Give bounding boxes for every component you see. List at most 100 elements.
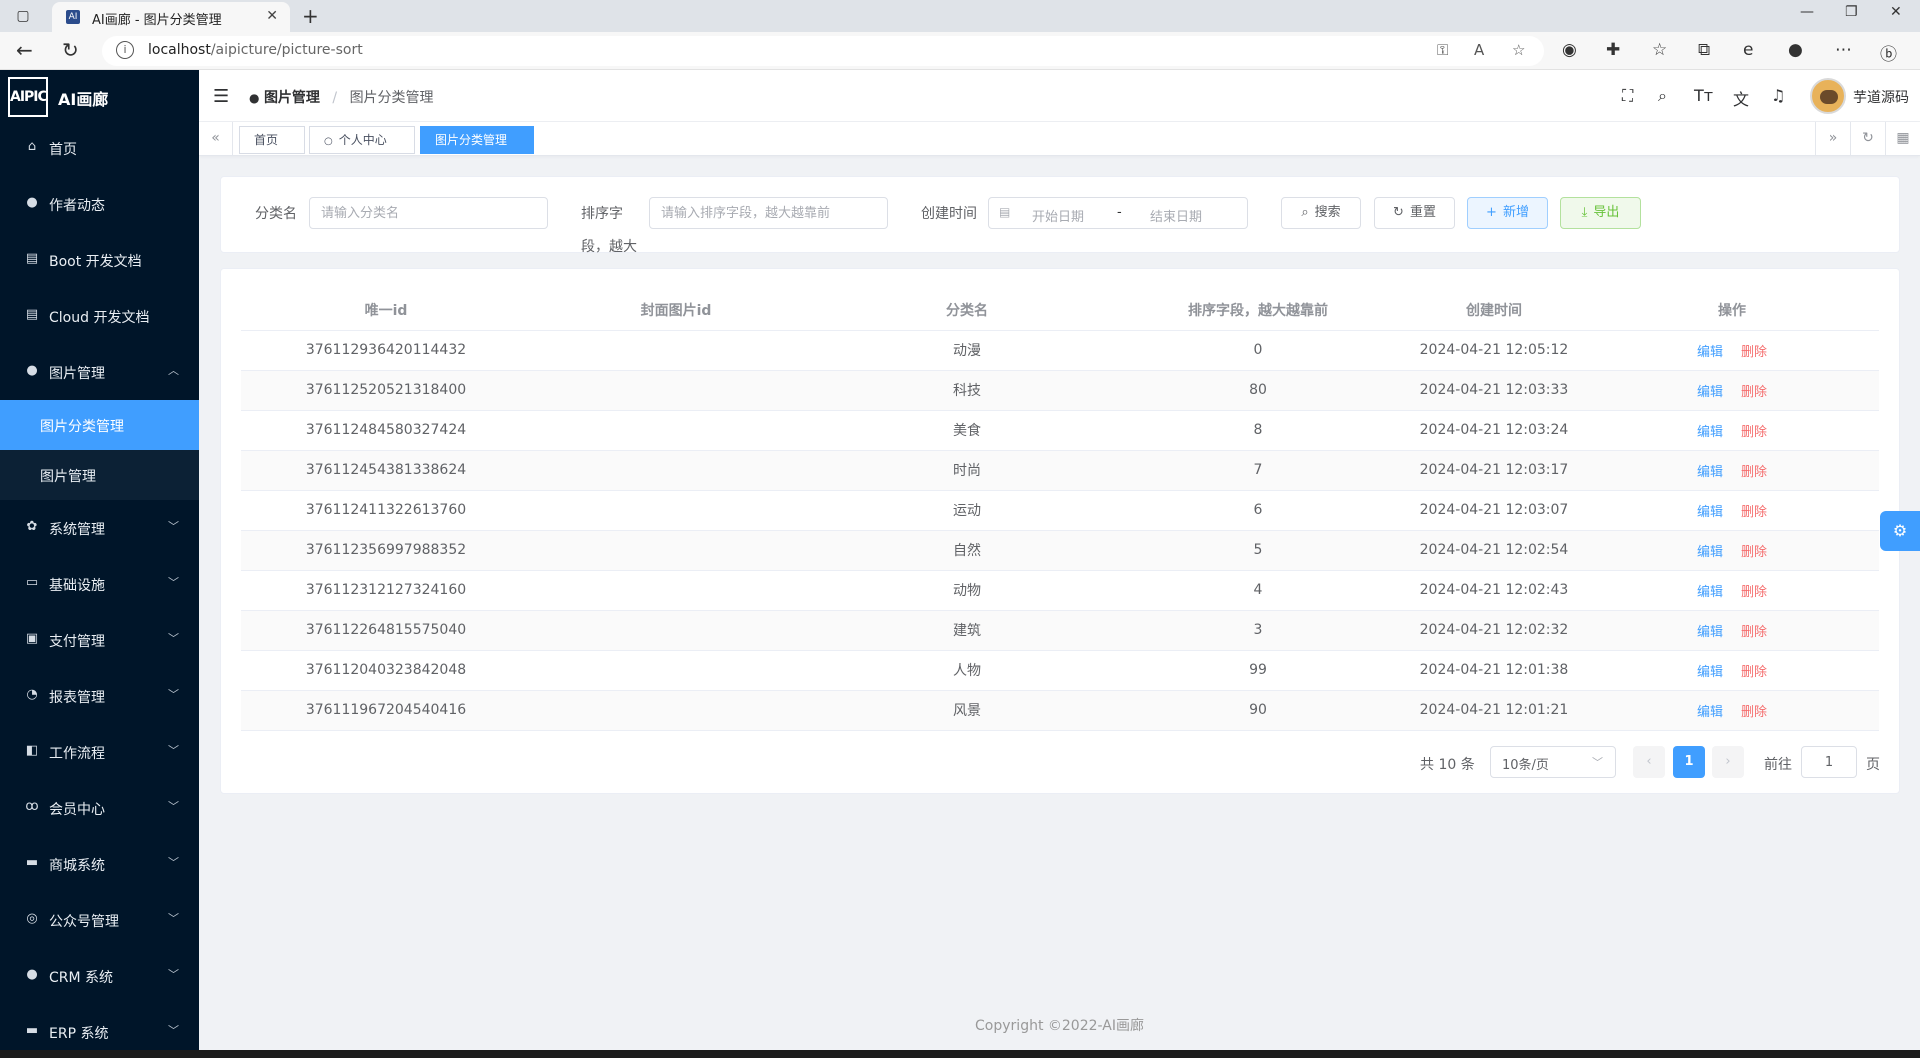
edit-button[interactable]: 编辑 xyxy=(1697,705,1723,720)
favorite-add-icon[interactable]: ☆ xyxy=(1512,41,1525,59)
read-aloud-icon[interactable]: A xyxy=(1474,41,1484,59)
delete-button[interactable]: 删除 xyxy=(1741,545,1767,560)
minimize-icon[interactable]: — xyxy=(1800,4,1814,20)
edit-button[interactable]: 编辑 xyxy=(1697,625,1723,640)
edit-button[interactable]: 编辑 xyxy=(1697,465,1723,480)
delete-button[interactable]: 删除 xyxy=(1741,345,1767,360)
col-time: 创建时间 xyxy=(1403,290,1585,331)
sidebar-item-workflow[interactable]: ◧ 工作流程 ﹀ xyxy=(0,724,199,780)
url-field[interactable]: i localhost/aipicture/picture-sort ⚿ A ☆ xyxy=(102,36,1544,66)
double-chevron-left-icon[interactable]: « xyxy=(199,122,233,156)
close-tab-icon[interactable]: ✕ xyxy=(266,8,278,24)
chevron-down-icon: ﹀ xyxy=(168,688,179,701)
page-number-current[interactable]: 1 xyxy=(1673,746,1705,778)
new-tab-icon[interactable]: + xyxy=(302,4,319,28)
search-icon[interactable]: ⌕ xyxy=(1658,86,1667,106)
sidebar: AIPIC AI画廊 ⌂ 首页 ● 作者动态 ▤ Boot 开发文档 ▤ Clo… xyxy=(0,70,199,1058)
end-date[interactable]: 结束日期 xyxy=(1150,206,1202,225)
delete-button[interactable]: 删除 xyxy=(1741,625,1767,640)
back-icon[interactable]: ← xyxy=(16,38,33,62)
edit-button[interactable]: 编辑 xyxy=(1697,345,1723,360)
username[interactable]: 芋道源码 xyxy=(1853,87,1909,107)
prev-page-button[interactable]: ‹ xyxy=(1633,746,1665,778)
tag-home[interactable]: 首页 xyxy=(239,126,305,154)
name-input[interactable] xyxy=(309,197,548,229)
double-chevron-right-icon[interactable]: » xyxy=(1815,122,1850,156)
delete-button[interactable]: 删除 xyxy=(1741,385,1767,400)
avatar[interactable] xyxy=(1810,78,1846,114)
delete-button[interactable]: 删除 xyxy=(1741,425,1767,440)
page-size-select[interactable]: 10条/页 ﹀ xyxy=(1490,746,1616,778)
edge-icon[interactable]: e xyxy=(1743,40,1753,60)
sidebar-item-payment[interactable]: ▣ 支付管理 ﹀ xyxy=(0,612,199,668)
monitor-icon: ▭ xyxy=(25,575,39,590)
delete-button[interactable]: 删除 xyxy=(1741,705,1767,720)
extensions-icon[interactable]: ✚ xyxy=(1606,40,1620,60)
time-label: 创建时间 xyxy=(921,206,977,222)
sidebar-item-member[interactable]: ꝏ 会员中心 ﹀ xyxy=(0,780,199,836)
sidebar-item-mall[interactable]: ▬ 商城系统 ﹀ xyxy=(0,836,199,892)
key-icon[interactable]: ⚿ xyxy=(1437,41,1448,59)
sidebar-item-cloud-docs[interactable]: ▤ Cloud 开发文档 xyxy=(0,288,199,344)
translate-icon[interactable]: 文 xyxy=(1733,86,1749,110)
sidebar-item-picture-list[interactable]: 图片管理 xyxy=(0,450,199,500)
breadcrumb-item-picture-manage[interactable]: 图片管理 xyxy=(264,90,320,106)
edit-button[interactable]: 编辑 xyxy=(1697,425,1723,440)
date-range-picker[interactable]: ▤ 开始日期 - 结束日期 xyxy=(988,197,1248,229)
sidebar-toggle-icon[interactable]: ▢ xyxy=(12,6,34,26)
delete-button[interactable]: 删除 xyxy=(1741,465,1767,480)
sidebar-item-mp[interactable]: ◎ 公众号管理 ﹀ xyxy=(0,892,199,948)
sidebar-item-infra[interactable]: ▭ 基础设施 ﹀ xyxy=(0,556,199,612)
grid-icon[interactable]: ▦ xyxy=(1885,122,1920,156)
delete-button[interactable]: 删除 xyxy=(1741,665,1767,680)
more-icon[interactable]: ⋯ xyxy=(1835,40,1852,60)
delete-button[interactable]: 删除 xyxy=(1741,585,1767,600)
sidebar-item-boot-docs[interactable]: ▤ Boot 开发文档 xyxy=(0,232,199,288)
search-icon: ⌕ xyxy=(1301,205,1309,220)
edit-button[interactable]: 编辑 xyxy=(1697,545,1723,560)
edit-button[interactable]: 编辑 xyxy=(1697,665,1723,680)
next-page-button[interactable]: › xyxy=(1712,746,1744,778)
start-date[interactable]: 开始日期 xyxy=(1032,206,1084,225)
payment-icon: ▣ xyxy=(25,631,39,646)
bing-icon[interactable]: ⓑ xyxy=(1880,40,1897,65)
sidebar-item-picture-sort[interactable]: 图片分类管理 xyxy=(0,400,199,450)
edit-button[interactable]: 编辑 xyxy=(1697,385,1723,400)
edit-button[interactable]: 编辑 xyxy=(1697,585,1723,600)
settings-float-button[interactable]: ⚙ xyxy=(1880,511,1920,551)
favorites-icon[interactable]: ☆ xyxy=(1652,40,1667,60)
restore-icon[interactable]: ❐ xyxy=(1845,4,1858,20)
delete-button[interactable]: 删除 xyxy=(1741,505,1767,520)
sidebar-item-author-news[interactable]: ● 作者动态 xyxy=(0,176,199,232)
chevron-down-icon: ﹀ xyxy=(168,520,179,533)
sort-input[interactable] xyxy=(649,197,888,229)
search-button[interactable]: ⌕ 搜索 xyxy=(1281,197,1361,229)
goto-page-input[interactable] xyxy=(1801,746,1857,778)
export-button[interactable]: ⤓ 导出 xyxy=(1560,197,1641,229)
browser-tab-title: AI画廊 - 图片分类管理 xyxy=(92,13,222,28)
font-size-icon[interactable]: Tт xyxy=(1694,86,1713,105)
add-button[interactable]: + 新增 xyxy=(1467,197,1548,229)
site-info-icon[interactable]: i xyxy=(116,41,134,59)
fullscreen-icon[interactable]: ⛶ xyxy=(1622,86,1633,106)
avatar-image xyxy=(1820,90,1838,104)
tag-profile[interactable]: ○ 个人中心 xyxy=(309,126,415,154)
sidebar-item-home[interactable]: ⌂ 首页 xyxy=(0,120,199,176)
sidebar-item-crm[interactable]: ● CRM 系统 ﹀ xyxy=(0,948,199,1004)
hamburger-icon[interactable]: ☰ xyxy=(213,86,229,107)
refresh-tag-icon[interactable]: ↻ xyxy=(1850,122,1885,156)
edit-button[interactable]: 编辑 xyxy=(1697,505,1723,520)
reset-button[interactable]: ↻ 重置 xyxy=(1374,197,1455,229)
browser-tab[interactable]: AI AI画廊 - 图片分类管理 ✕ xyxy=(52,2,290,32)
sidebar-item-picture-manage[interactable]: ● 图片管理 ︿ xyxy=(0,344,199,400)
sidebar-item-system[interactable]: ✿ 系统管理 ﹀ xyxy=(0,500,199,556)
sidebar-item-report[interactable]: ◔ 报表管理 ﹀ xyxy=(0,668,199,724)
bell-icon[interactable]: ♫ xyxy=(1771,86,1785,105)
collections-icon[interactable]: ⧉ xyxy=(1698,40,1710,60)
close-window-icon[interactable]: ✕ xyxy=(1890,4,1902,20)
tag-picture-sort[interactable]: 图片分类管理 xyxy=(420,126,534,154)
extension-blue-icon[interactable]: ◉ xyxy=(1562,40,1577,60)
refresh-icon[interactable]: ↻ xyxy=(62,38,79,62)
profile-icon[interactable]: ● xyxy=(1788,40,1803,60)
store-icon: ▬ xyxy=(25,855,39,870)
